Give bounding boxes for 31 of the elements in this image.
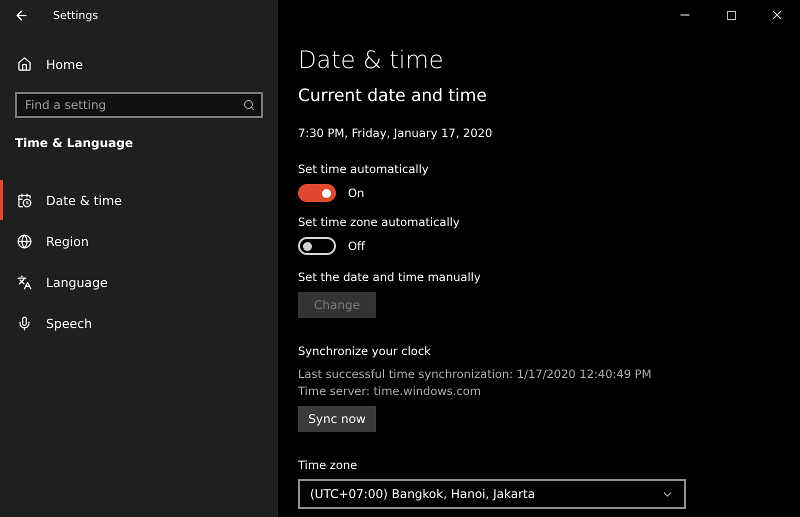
search-field[interactable]: Find a setting [15,92,263,118]
section-title: Current date and time [298,86,488,106]
nav-item[interactable]: Region [0,221,278,261]
toggle-state: On [348,186,364,200]
microphone-icon [17,316,32,330]
time-zone-dropdown[interactable]: (UTC+07:00) Bangkok, Hanoi, Jakarta [298,479,686,509]
nav-item[interactable]: Language [0,262,278,302]
setting-label: Set time automatically [298,162,430,176]
sync-info: Last successful time synchronization: 1/17/2020 12:40:49 PM [298,367,653,381]
globe-icon [17,234,32,248]
calendar-clock-icon [17,192,32,208]
page-title: Date & time [298,46,445,74]
toggle-switch[interactable] [298,184,336,202]
nav-item[interactable]: Date & time [0,180,278,220]
current-date-time: 7:30 PM, Friday, January 17, 2020 [298,126,494,140]
home-icon [17,56,32,72]
setting-label: Set the date and time manually [298,270,482,284]
toggle-state: Off [348,239,365,253]
window-title: Settings [53,8,98,22]
search-icon [243,99,255,111]
setting-label: Time zone [298,458,358,472]
sync-info: Time server: time.windows.com [298,384,482,398]
sync-heading: Synchronize your clock [298,344,432,358]
setting-label: Set time zone automatically [298,215,461,229]
home-link[interactable]: Home [0,44,278,84]
sync-now-button[interactable]: Sync now [298,406,376,432]
maximize-icon [726,10,736,20]
nav-item[interactable]: Speech [0,303,278,343]
language-icon [17,274,32,290]
section-heading: Time & Language [14,135,134,152]
close-icon [770,8,784,22]
